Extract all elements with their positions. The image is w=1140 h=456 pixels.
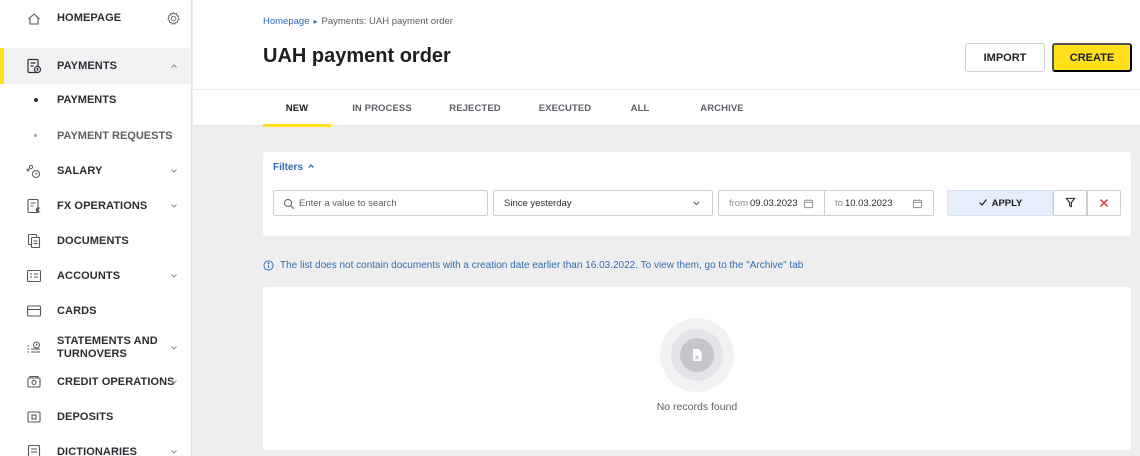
breadcrumb-home-link[interactable]: Homepage (263, 16, 309, 27)
sidebar-item-label: HOMEPAGE (57, 12, 122, 24)
search-field[interactable] (273, 190, 488, 216)
chevron-down-icon (169, 343, 179, 353)
tab-in-process[interactable]: IN PROCESS (343, 90, 421, 126)
period-select[interactable]: Since yesterday (493, 190, 713, 216)
sidebar-subitem-payment-requests[interactable]: PAYMENT REQUESTS (0, 121, 191, 151)
label-line2: TURNOVERS (57, 348, 127, 360)
sidebar-item-salary[interactable]: SALARY (0, 155, 191, 187)
no-document-icon (680, 338, 714, 372)
sidebar-item-label: SALARY (57, 164, 103, 177)
page-header: Homepage ▸ Payments: UAH payment order U… (193, 0, 1140, 127)
apply-label: APPLY (991, 197, 1023, 209)
chevron-down-icon (169, 271, 179, 281)
funnel-icon (1064, 196, 1076, 211)
sidebar-item-label: CREDIT OPERATIONS (57, 375, 175, 388)
sidebar-item-payments[interactable]: PAYMENTS (0, 48, 191, 84)
documents-icon (26, 233, 42, 249)
calendar-icon[interactable] (912, 198, 923, 209)
sidebar-item-label: CARDS (57, 304, 97, 317)
tab-rejected[interactable]: REJECTED (441, 90, 509, 126)
sidebar-item-label: DICTIONARIES (57, 445, 138, 456)
apply-button[interactable]: APPLY (947, 190, 1053, 216)
sidebar-item-label: PAYMENTS (57, 94, 117, 106)
breadcrumb-separator-icon: ▸ (313, 17, 318, 26)
tab-new[interactable]: NEW (263, 90, 331, 127)
date-from-value: 09.03.2023 (750, 197, 798, 209)
import-button[interactable]: IMPORT (965, 43, 1045, 72)
date-from-prefix: from (729, 197, 748, 209)
empty-state-text: No records found (656, 401, 738, 413)
statements-icon (26, 340, 42, 356)
chevron-up-icon (169, 61, 179, 71)
sidebar: HOMEPAGE PAYMENTS PAYMENTS PAYMENT REQUE… (0, 0, 192, 456)
accounts-icon (26, 268, 42, 284)
reset-filters-button[interactable] (1087, 190, 1121, 216)
search-icon (283, 197, 295, 210)
chevron-up-icon (307, 162, 315, 173)
sidebar-item-deposits[interactable]: DEPOSITS (0, 401, 191, 433)
date-from-field[interactable]: from 09.03.2023 (718, 190, 825, 216)
payments-icon (26, 58, 42, 74)
bullet-icon (34, 134, 37, 137)
empty-state-illustration (660, 318, 734, 392)
results-panel: No records found (263, 287, 1131, 450)
sidebar-item-label: ACCOUNTS (57, 269, 121, 282)
sidebar-subitem-payments[interactable]: PAYMENTS (0, 85, 191, 115)
tab-archive[interactable]: ARCHIVE (691, 90, 753, 126)
sidebar-item-label: STATEMENTS AND TURNOVERS (57, 335, 158, 361)
filters-label: Filters (273, 162, 304, 173)
chevron-down-icon (169, 166, 179, 176)
card-icon (26, 303, 42, 319)
page-title: UAH payment order (263, 45, 451, 67)
calendar-icon[interactable] (803, 198, 814, 209)
sidebar-item-fx-operations[interactable]: FX OPERATIONS (0, 190, 191, 222)
date-to-field[interactable]: to 10.03.2023 (824, 190, 934, 216)
tab-executed[interactable]: EXECUTED (531, 90, 599, 126)
check-icon (978, 197, 988, 210)
breadcrumb: Homepage ▸ Payments: UAH payment order (263, 16, 453, 27)
sidebar-item-label: PAYMENTS (57, 59, 118, 72)
bullet-icon (34, 98, 38, 102)
sidebar-item-cards[interactable]: CARDS (0, 295, 191, 327)
archive-notice: The list does not contain documents with… (263, 260, 803, 271)
sidebar-item-statements[interactable]: STATEMENTS AND TURNOVERS (0, 330, 191, 366)
search-input[interactable] (299, 195, 479, 211)
filters-panel: Filters Since yesterday from 09.03.2023 … (263, 152, 1131, 236)
date-to-prefix: to (835, 197, 843, 209)
fx-icon (26, 198, 42, 214)
credit-icon (26, 374, 42, 390)
period-select-value: Since yesterday (504, 197, 572, 209)
salary-icon (26, 163, 42, 179)
deposits-icon (26, 409, 42, 425)
sidebar-item-dictionaries[interactable]: DICTIONARIES (0, 436, 191, 456)
sidebar-item-label: FX OPERATIONS (57, 199, 148, 212)
tabs-divider (193, 89, 1140, 90)
sidebar-item-documents[interactable]: DOCUMENTS (0, 225, 191, 257)
close-icon (1099, 196, 1109, 211)
create-button[interactable]: CREATE (1052, 43, 1132, 72)
sidebar-item-credit-operations[interactable]: CREDIT OPERATIONS (0, 366, 191, 398)
filters-toggle[interactable]: Filters (273, 162, 315, 173)
chevron-down-icon (169, 201, 179, 211)
sidebar-item-label: DEPOSITS (57, 410, 114, 423)
info-icon (263, 260, 274, 271)
label-line1: STATEMENTS AND (57, 335, 158, 347)
chevron-down-icon (169, 377, 179, 387)
filter-settings-button[interactable] (1053, 190, 1087, 216)
tab-all[interactable]: ALL (623, 90, 657, 126)
sidebar-item-label: PAYMENT REQUESTS (57, 130, 173, 142)
dictionaries-icon (26, 444, 42, 456)
archive-notice-text: The list does not contain documents with… (280, 260, 804, 271)
sidebar-item-accounts[interactable]: ACCOUNTS (0, 260, 191, 292)
sidebar-item-homepage[interactable]: HOMEPAGE (0, 0, 191, 37)
gear-icon[interactable] (165, 11, 181, 27)
breadcrumb-current: Payments: UAH payment order (321, 16, 453, 27)
home-icon (26, 11, 42, 27)
chevron-down-icon (169, 447, 179, 456)
chevron-down-icon (692, 199, 702, 209)
date-to-value: 10.03.2023 (844, 197, 893, 209)
sidebar-item-label: DOCUMENTS (57, 234, 129, 247)
